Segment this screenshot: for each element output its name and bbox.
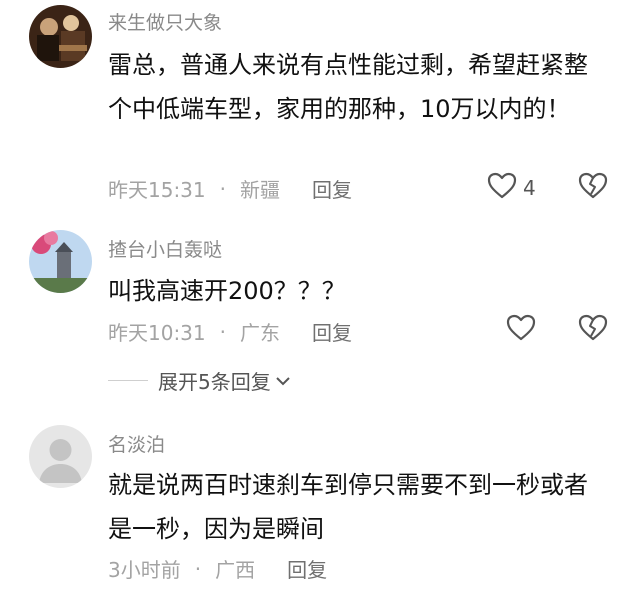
expand-replies-label: 展开5条回复 [158,370,271,394]
reply-button[interactable]: 回复 [312,317,352,346]
dislike-button[interactable] [578,314,608,345]
location: 广东 [240,321,280,345]
separator-dot: · [194,556,202,581]
comment-item: 名淡泊 就是说两百时速刹车到停只需要不到一秒或者是一秒，因为是瞬间 3小时前 ·… [0,420,640,590]
reply-button[interactable]: 回复 [287,554,327,583]
reply-button[interactable]: 回复 [312,174,352,203]
like-count: 4 [523,176,536,200]
timestamp: 昨天10:31 [108,321,206,345]
username[interactable]: 名淡泊 [108,430,165,457]
separator-dot: · [219,319,226,344]
heart-outline-icon [487,172,517,204]
location: 新疆 [240,178,280,202]
username[interactable]: 揸台小白轰哒 [108,235,222,262]
comment-text: 叫我高速开200？？？ [108,277,346,305]
comment-text: 就是说两百时速刹车到停只需要不到一秒或者是一秒，因为是瞬间 [108,471,588,543]
like-button[interactable] [506,314,536,346]
location: 广西 [215,558,256,582]
timestamp: 3小时前 [108,558,181,582]
divider-line [108,380,148,381]
heart-outline-icon [506,314,536,346]
broken-heart-icon [578,172,608,203]
broken-heart-icon [578,314,608,345]
dislike-button[interactable] [578,172,608,203]
timestamp: 昨天15:31 [108,178,206,202]
username[interactable]: 来生做只大象 [108,8,222,35]
avatar[interactable] [29,230,92,293]
comment-item: 揸台小白轰哒 叫我高速开200？？？ 昨天10:31 · 广东 回复 [0,225,640,350]
comment-text: 雷总，普通人来说有点性能过剩，希望赶紧整个中低端车型，家用的那种，10万以内的！ [108,51,588,123]
avatar[interactable] [29,425,92,488]
comment-item: 来生做只大象 雷总，普通人来说有点性能过剩，希望赶紧整个中低端车型，家用的那种，… [0,0,640,210]
comment-meta: 昨天15:31 · 新疆 回复 [108,174,352,203]
avatar[interactable] [29,5,92,68]
separator-dot: · [219,176,226,201]
expand-replies-button[interactable]: 展开5条回复 [108,366,291,395]
like-button[interactable]: 4 [487,172,536,204]
chevron-down-icon [275,375,291,387]
comment-meta: 3小时前 · 广西 回复 [108,554,327,583]
comment-meta: 昨天10:31 · 广东 回复 [108,317,352,346]
